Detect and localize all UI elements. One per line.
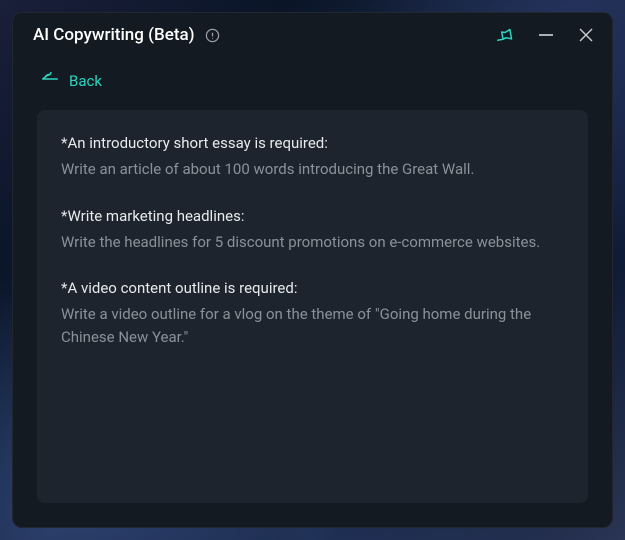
titlebar: AI Copywriting (Beta): [13, 13, 612, 53]
app-window: AI Copywriting (Beta): [12, 12, 613, 528]
example-item: *An introductory short essay is required…: [61, 134, 564, 181]
pin-icon[interactable]: [496, 25, 516, 45]
example-body: Write the headlines for 5 discount promo…: [61, 231, 564, 254]
info-icon[interactable]: [205, 27, 221, 43]
page-title: AI Copywriting (Beta): [33, 25, 195, 45]
back-arrow-icon: [41, 71, 59, 90]
back-button[interactable]: Back: [13, 53, 612, 102]
example-item: *A video content outline is required: Wr…: [61, 279, 564, 348]
window-controls: [496, 25, 596, 45]
back-label: Back: [69, 72, 102, 90]
examples-panel: *An introductory short essay is required…: [37, 110, 588, 503]
example-body: Write an article of about 100 words intr…: [61, 158, 564, 181]
example-item: *Write marketing headlines: Write the he…: [61, 207, 564, 254]
minimize-button[interactable]: [536, 25, 556, 45]
example-title: *A video content outline is required:: [61, 279, 564, 297]
example-title: *An introductory short essay is required…: [61, 134, 564, 152]
example-title: *Write marketing headlines:: [61, 207, 564, 225]
example-body: Write a video outline for a vlog on the …: [61, 303, 564, 348]
close-button[interactable]: [576, 25, 596, 45]
